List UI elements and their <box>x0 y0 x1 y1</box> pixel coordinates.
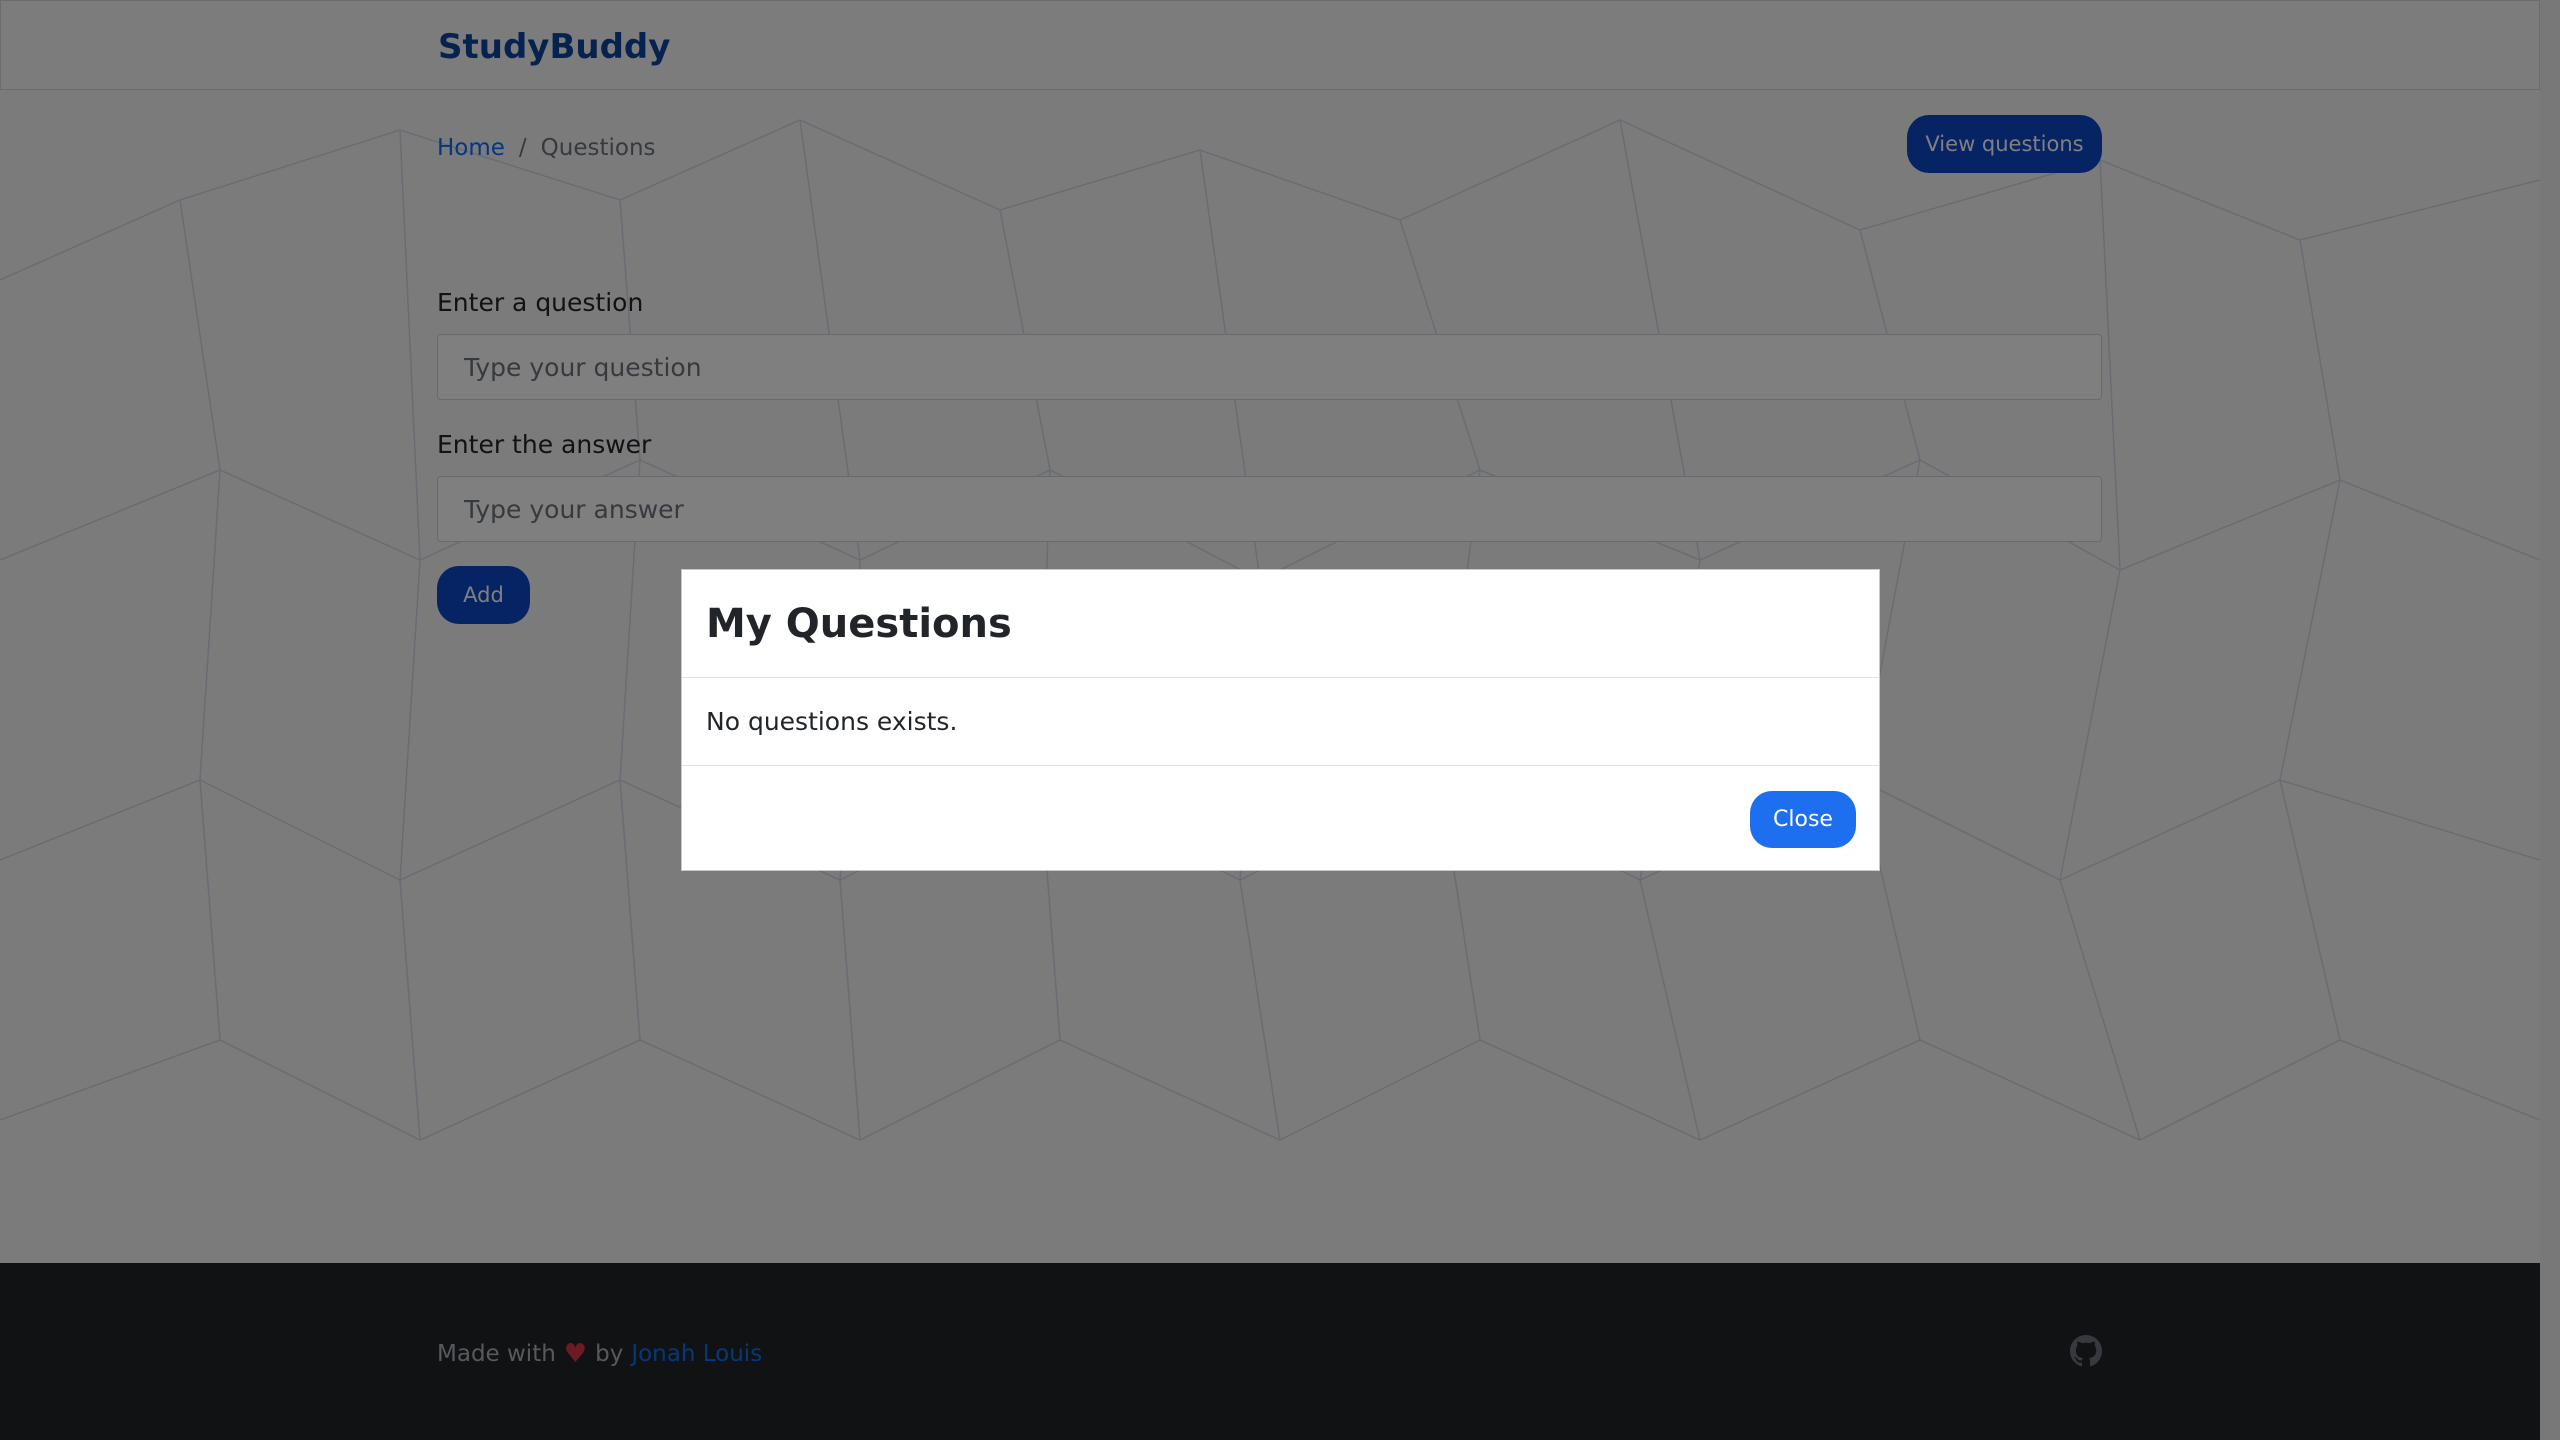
my-questions-modal: My Questions No questions exists. Close <box>681 569 1880 871</box>
modal-body: No questions exists. <box>682 678 1879 766</box>
modal-title: My Questions <box>706 600 1012 647</box>
close-button[interactable]: Close <box>1750 791 1856 848</box>
modal-header: My Questions <box>682 570 1879 678</box>
